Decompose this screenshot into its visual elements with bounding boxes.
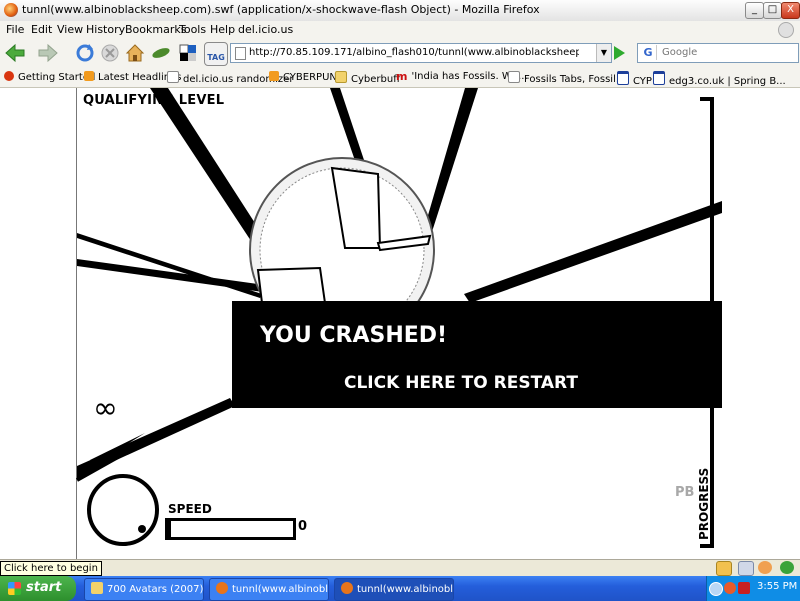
reload-icon[interactable] xyxy=(75,43,95,63)
window-title: tunnl(www.albinoblacksheep.com).swf (app… xyxy=(22,3,540,16)
download-icon[interactable] xyxy=(738,561,754,576)
menu-delicious[interactable]: del.icio.us xyxy=(238,23,293,36)
firefox-icon xyxy=(216,582,228,594)
personal-best-label: PB xyxy=(675,485,695,500)
bookmarks-toolbar: Getting Started Latest Headlines del.ici… xyxy=(0,68,800,88)
page-icon xyxy=(167,71,179,83)
bookmark-fossils-tabs[interactable]: Fossils Tabs, Fossil... xyxy=(508,71,625,85)
bookmark-label: CYP xyxy=(633,76,652,87)
search-input[interactable] xyxy=(662,45,790,60)
taskbar-item-label: 700 Avatars (2007) xyxy=(107,584,204,595)
menu-file[interactable]: File xyxy=(6,23,24,36)
folder-icon xyxy=(91,582,103,594)
smiley-icon[interactable] xyxy=(758,561,772,574)
folder-icon xyxy=(335,71,347,83)
start-label: start xyxy=(26,580,62,595)
speed-label: SPEED xyxy=(168,502,212,516)
dial-dot xyxy=(138,525,146,533)
tag-button[interactable]: TAG xyxy=(204,42,228,66)
chevron-down-icon[interactable]: ▼ xyxy=(596,44,611,62)
level-label: QUALIFYING LEVEL xyxy=(83,93,225,108)
menu-help[interactable]: Help xyxy=(210,23,235,36)
bookmark-getting-started[interactable]: Getting Started xyxy=(4,71,95,83)
taskbar-item-label: tunnl(www.albinoblac... xyxy=(357,584,454,595)
tunnel-line xyxy=(464,201,722,303)
taskbar-clock: 3:55 PM xyxy=(757,581,798,592)
progress-label: PROGRESS xyxy=(697,467,711,540)
window-icon xyxy=(653,71,665,85)
bookmark-edg3[interactable]: edg3.co.uk | Spring B... xyxy=(653,71,786,87)
firefox-icon xyxy=(4,71,14,81)
firefox-icon xyxy=(341,582,353,594)
menu-bar: File Edit View History Bookmarks Tools H… xyxy=(0,21,800,38)
status-bar: Click here to begin xyxy=(0,559,800,576)
menu-history[interactable]: History xyxy=(86,23,125,36)
speed-meter-fill xyxy=(168,521,171,537)
tray-expand-icon[interactable] xyxy=(709,582,723,596)
bookmark-cyp[interactable]: CYP xyxy=(617,71,652,87)
search-box[interactable]: G xyxy=(637,43,799,63)
home-icon[interactable] xyxy=(125,43,145,63)
menu-bookmarks[interactable]: Bookmarks xyxy=(125,23,186,36)
back-icon[interactable] xyxy=(4,43,26,63)
bookmark-label: Cyberbuff xyxy=(351,74,401,85)
tunnel-line xyxy=(422,88,478,238)
windows-taskbar: start 700 Avatars (2007) tunnl(www.albin… xyxy=(0,576,800,601)
menu-tools[interactable]: Tools xyxy=(179,23,206,36)
taskbar-item-active[interactable]: tunnl(www.albinoblac... xyxy=(334,578,454,601)
page-icon xyxy=(235,47,246,60)
stop-icon[interactable] xyxy=(100,43,120,63)
bookmark-cyberbuff[interactable]: Cyberbuff xyxy=(335,71,400,85)
obstacle-block xyxy=(256,266,327,304)
google-search-engine-icon[interactable]: G xyxy=(640,45,657,60)
menu-view[interactable]: View xyxy=(57,23,83,36)
rss-icon xyxy=(269,71,279,81)
bookmark-cyberpunk[interactable]: CYBERPUNK xyxy=(269,71,343,83)
notes-icon[interactable] xyxy=(716,561,732,576)
speed-meter xyxy=(165,518,296,540)
bookmark-label: edg3.co.uk | Spring B... xyxy=(669,76,786,87)
lives-infinity-icon: ∞ xyxy=(93,391,118,426)
url-bar[interactable]: ▼ xyxy=(230,43,612,63)
start-button[interactable]: start xyxy=(0,576,76,601)
flash-game-area[interactable]: QUALIFYING LEVEL ∞ YOU CRASHED! CLICK HE… xyxy=(0,88,800,559)
ship-trail xyxy=(76,438,149,482)
m-icon: m xyxy=(396,70,408,83)
crash-dialog[interactable]: YOU CRASHED! CLICK HERE TO RESTART xyxy=(232,301,722,408)
page-icon xyxy=(508,71,520,83)
restart-button[interactable]: CLICK HERE TO RESTART xyxy=(344,373,578,393)
status-check-icon[interactable] xyxy=(780,561,794,574)
close-button[interactable]: X xyxy=(781,2,800,19)
firefox-icon xyxy=(4,3,18,17)
bookmark-label: Fossils Tabs, Fossil... xyxy=(524,74,626,85)
url-input[interactable] xyxy=(249,45,579,60)
forward-icon[interactable] xyxy=(37,43,59,63)
system-tray: 3:55 PM xyxy=(706,576,800,601)
taskbar-item-label: tunnl(www.albinoblac... xyxy=(232,584,329,595)
zonealarm-icon[interactable] xyxy=(738,582,750,594)
taskbar-item[interactable]: 700 Avatars (2007) xyxy=(84,578,204,601)
menu-edit[interactable]: Edit xyxy=(31,23,52,36)
crash-message: YOU CRASHED! xyxy=(260,323,448,348)
speed-value: 0 xyxy=(298,519,308,534)
rotation-dial xyxy=(87,474,159,546)
throbber-icon xyxy=(778,22,794,38)
go-icon[interactable] xyxy=(614,46,625,60)
status-tooltip: Click here to begin xyxy=(0,561,102,576)
maximize-button[interactable]: □ xyxy=(763,2,782,19)
taskbar-item[interactable]: tunnl(www.albinoblac... xyxy=(209,578,329,601)
navigation-toolbar: TAG ▼ G xyxy=(0,38,800,68)
windows-logo-icon xyxy=(8,582,21,595)
window-icon xyxy=(617,71,629,85)
delicious-grid-icon[interactable] xyxy=(178,43,198,63)
minimize-button[interactable]: _ xyxy=(745,2,764,19)
window-title-bar[interactable]: tunnl(www.albinoblacksheep.com).swf (app… xyxy=(0,0,800,22)
delicious-icon[interactable] xyxy=(151,43,171,63)
firefox-tray-icon[interactable] xyxy=(724,582,736,594)
rss-icon xyxy=(84,71,94,81)
